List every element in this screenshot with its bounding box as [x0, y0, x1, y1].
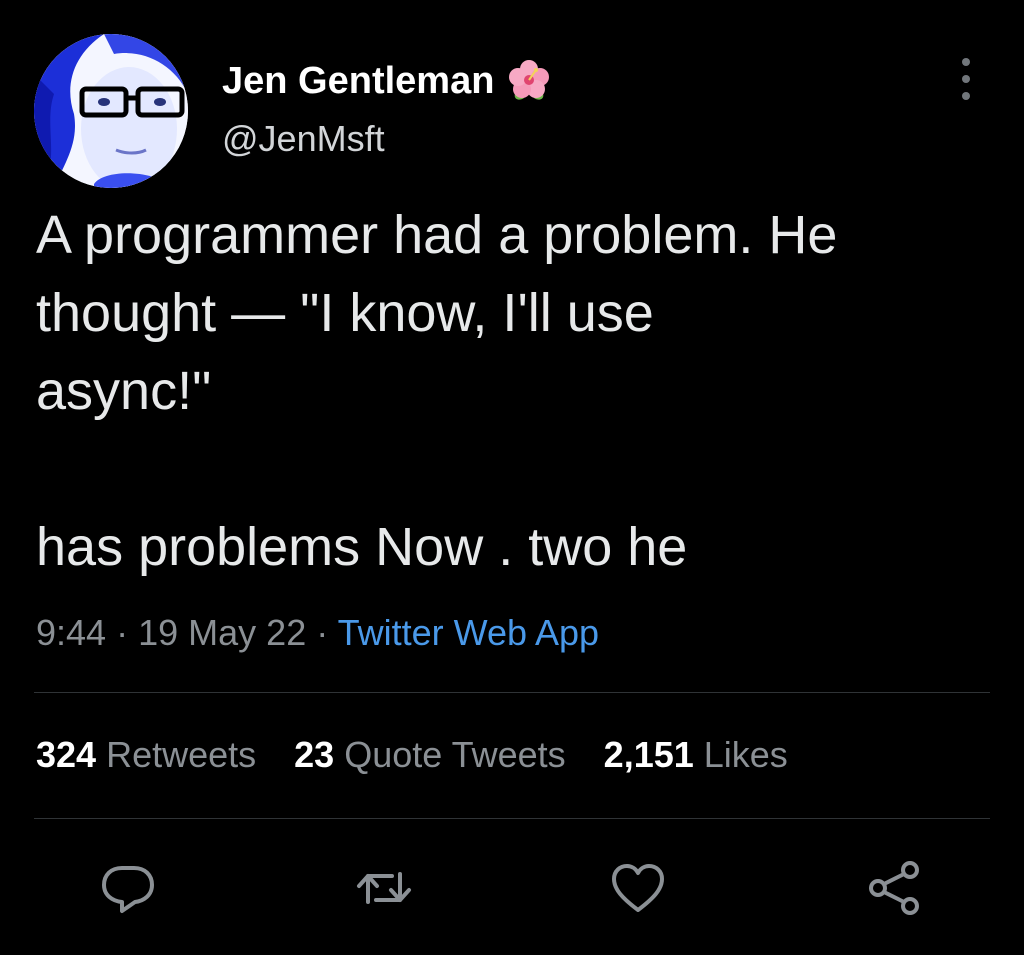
more-dot [962, 92, 970, 100]
tweet-line: thought — "I know, I'll use [36, 283, 654, 343]
likes-count: 2,151 [603, 734, 694, 775]
likes-label: Likes [703, 734, 788, 775]
tweet-line-blank [36, 430, 996, 508]
likes-stat[interactable]: 2,151 Likes [604, 734, 788, 776]
more-options-icon[interactable] [950, 58, 982, 100]
tweet-line: async!" [36, 361, 212, 421]
tweet-time[interactable]: 9:44 [36, 612, 106, 653]
hibiscus-flower-icon [506, 58, 552, 104]
retweet-icon[interactable] [354, 858, 414, 918]
more-dot [962, 58, 970, 66]
quote-tweets-label: Quote Tweets [344, 734, 566, 775]
tweet-line: has problems Now . two he [36, 517, 688, 577]
avatar[interactable] [34, 34, 188, 188]
quote-tweets-stat[interactable]: 23 Quote Tweets [294, 734, 566, 776]
action-bar [0, 858, 1024, 918]
retweets-stat[interactable]: 324 Retweets [36, 734, 256, 776]
retweets-label: Retweets [106, 734, 257, 775]
meta-separator: · [116, 612, 129, 653]
more-dot [962, 75, 970, 83]
avatar-photo [34, 34, 188, 188]
tweet-line: A programmer had a problem. He [36, 205, 838, 265]
author-name[interactable]: Jen Gentleman [222, 58, 552, 104]
share-icon[interactable] [864, 858, 924, 918]
divider [34, 692, 990, 693]
meta-separator: · [316, 612, 329, 653]
divider [34, 818, 990, 819]
tweet-source-link[interactable]: Twitter Web App [338, 612, 599, 653]
author-handle[interactable]: @JenMsft [222, 118, 385, 160]
retweets-count: 324 [36, 734, 97, 775]
display-name-text[interactable]: Jen Gentleman [222, 60, 494, 103]
reply-icon[interactable] [98, 858, 158, 918]
tweet-text: A programmer had a problem. He thought —… [36, 196, 996, 586]
tweet-stats: 324 Retweets 23 Quote Tweets 2,151 Likes [36, 734, 826, 776]
tweet-date[interactable]: 19 May 22 [138, 612, 306, 653]
like-icon[interactable] [608, 858, 668, 918]
quote-tweets-count: 23 [294, 734, 335, 775]
tweet-meta: 9:44 · 19 May 22 · Twitter Web App [36, 612, 599, 654]
